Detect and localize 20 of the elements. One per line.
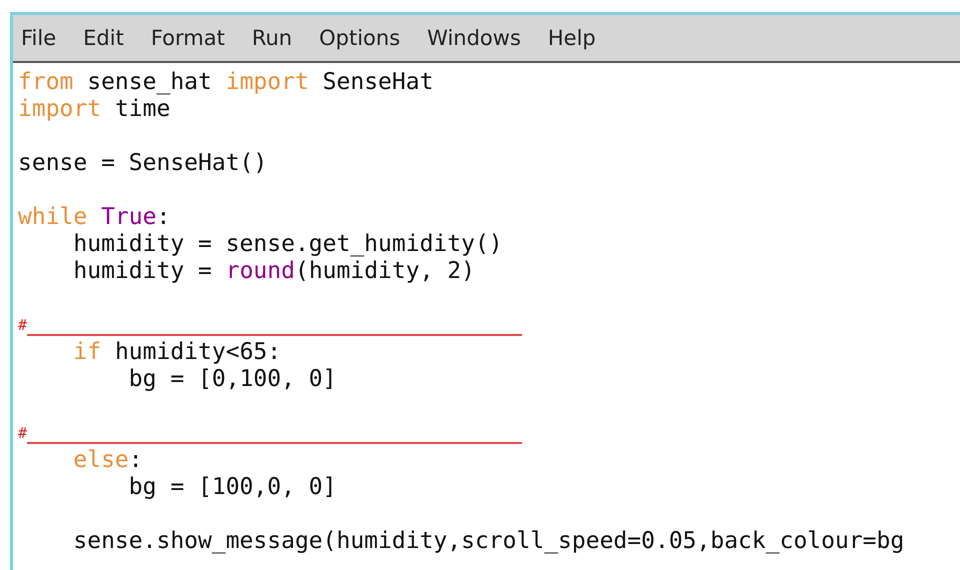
code-line: if humidity<65:	[72, 339, 282, 366]
code-line: sense = SenseHat()	[18, 150, 268, 177]
comment-mark: #	[18, 315, 28, 336]
code-line: bg = [0,100, 0]	[128, 366, 336, 393]
code-line: humidity = round(humidity, 2)	[72, 258, 475, 285]
menu-item[interactable]: File	[21, 26, 56, 50]
code-line: from sense_hat import SenseHat	[18, 69, 434, 96]
menu-item[interactable]: Format	[150, 26, 225, 50]
menu-item[interactable]: Run	[252, 26, 292, 50]
code-line: else:	[72, 447, 143, 474]
menu-item[interactable]: Help	[548, 26, 596, 50]
menu-item[interactable]: Options	[319, 26, 400, 50]
menu-item[interactable]: Windows	[427, 26, 521, 50]
code-line: import time	[18, 96, 170, 123]
menu-item[interactable]: Edit	[83, 26, 124, 50]
code-line: bg = [100,0, 0]	[128, 474, 336, 501]
comment-mark: #	[18, 423, 28, 444]
code-line: humidity = sense.get_humidity()	[72, 231, 503, 258]
code-line: sense.show_message(humidity,scroll_speed=0.05,back_colour=bg	[72, 528, 904, 555]
code-line: while True:	[18, 204, 170, 231]
